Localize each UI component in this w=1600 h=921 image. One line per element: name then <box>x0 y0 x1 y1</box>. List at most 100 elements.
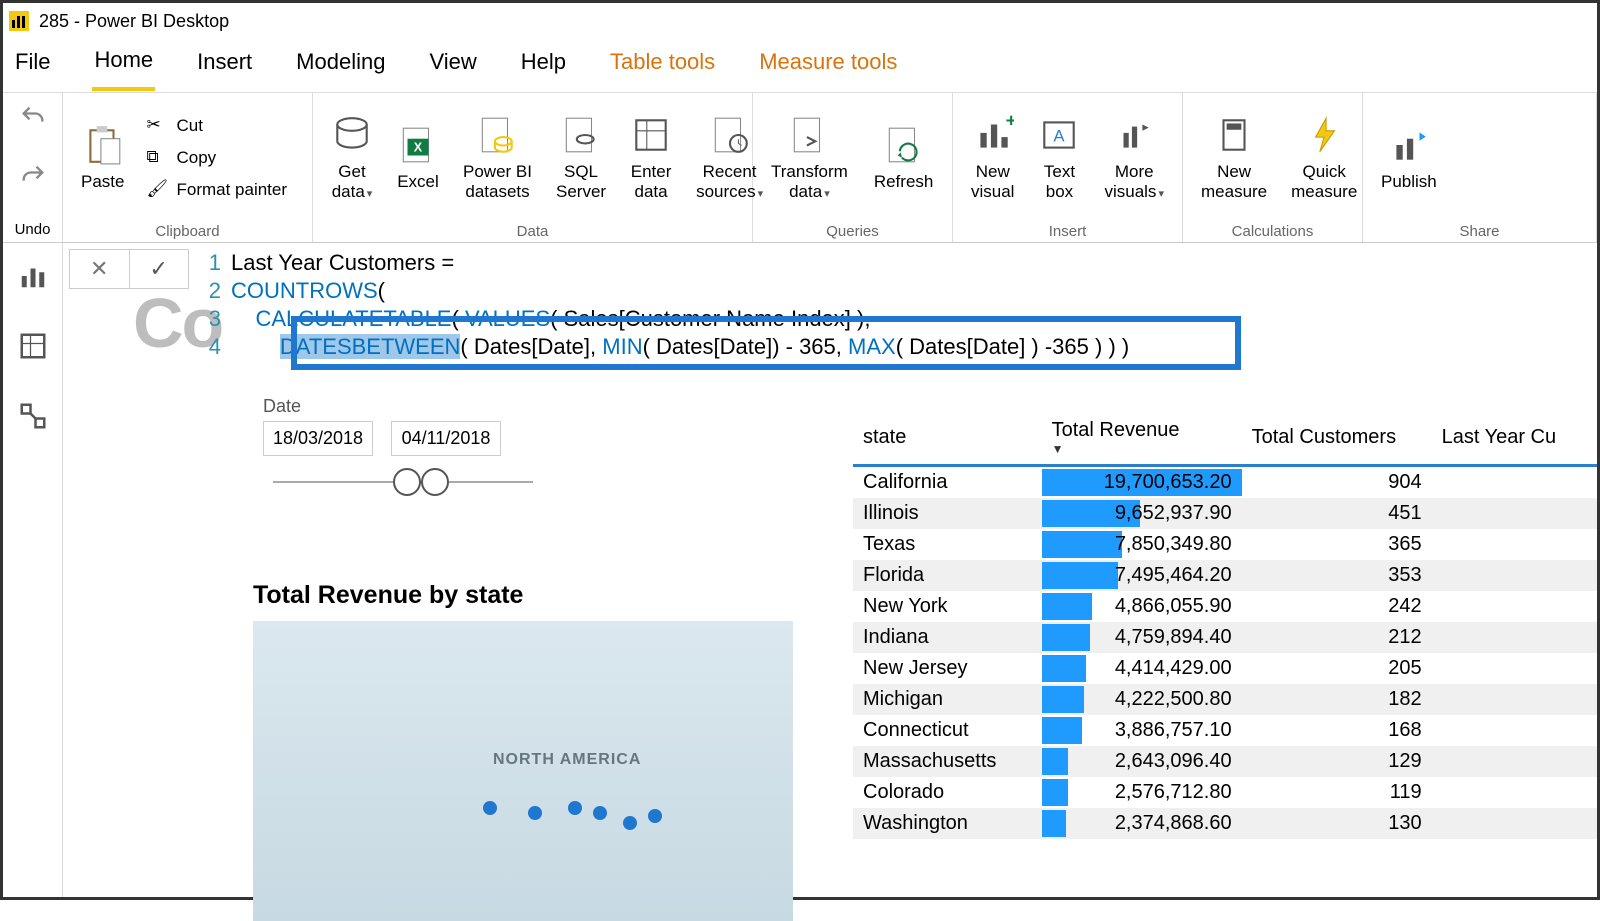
table-row[interactable]: Washington2,374,868.60130 <box>853 808 1597 839</box>
map-bubble[interactable] <box>483 801 497 815</box>
map-bubble[interactable] <box>623 816 637 830</box>
quick-measure-button[interactable]: Quick measure <box>1281 112 1367 203</box>
map-visual[interactable]: NORTH AMERICA <box>253 621 793 921</box>
cell-customers: 205 <box>1242 653 1432 684</box>
cell-last-year <box>1432 529 1597 560</box>
cell-revenue: 4,414,429.00 <box>1042 653 1242 684</box>
cell-last-year <box>1432 622 1597 653</box>
tab-help[interactable]: Help <box>519 43 568 89</box>
svg-text:A: A <box>1054 127 1066 146</box>
map-label: NORTH AMERICA <box>493 751 641 769</box>
new-visual-button[interactable]: +New visual <box>961 112 1024 203</box>
tab-modeling[interactable]: Modeling <box>294 43 387 89</box>
table-row[interactable]: Connecticut3,886,757.10168 <box>853 715 1597 746</box>
map-bubble[interactable] <box>568 801 582 815</box>
refresh-button[interactable]: Refresh <box>864 122 944 194</box>
cut-button[interactable]: ✂Cut <box>142 113 291 139</box>
clipboard-group: Paste ✂Cut ⧉Copy 🖌Format painter Clipboa… <box>63 93 313 242</box>
refresh-icon <box>883 124 925 166</box>
cell-last-year <box>1432 560 1597 591</box>
table-row[interactable]: New York4,866,055.90242 <box>853 591 1597 622</box>
excel-button[interactable]: XExcel <box>387 122 449 194</box>
copy-icon: ⧉ <box>146 147 168 169</box>
new-measure-button[interactable]: New measure <box>1191 112 1277 203</box>
paste-button[interactable]: Paste <box>71 122 134 194</box>
col-customers[interactable]: Total Customers <box>1242 411 1432 466</box>
map-title: Total Revenue by state <box>253 581 523 610</box>
table-row[interactable]: Michigan4,222,500.80182 <box>853 684 1597 715</box>
tab-view[interactable]: View <box>427 43 478 89</box>
formula-controls: ✕ ✓ <box>69 249 189 289</box>
database-icon <box>331 114 373 156</box>
powerbi-icon <box>9 11 29 31</box>
cell-revenue: 4,759,894.40 <box>1042 622 1242 653</box>
table-row[interactable]: New Jersey4,414,429.00205 <box>853 653 1597 684</box>
cell-state: Texas <box>853 529 1042 560</box>
pbi-datasets-button[interactable]: Power BI datasets <box>453 112 542 203</box>
table-row[interactable]: Texas7,850,349.80365 <box>853 529 1597 560</box>
cell-revenue: 2,576,712.80 <box>1042 777 1242 808</box>
formula-cancel-button[interactable]: ✕ <box>70 250 130 288</box>
cell-customers: 242 <box>1242 591 1432 622</box>
queries-group: Transform data Refresh Queries <box>753 93 953 242</box>
sql-icon <box>560 114 602 156</box>
undo-icon[interactable] <box>19 103 47 131</box>
sql-server-button[interactable]: SQL Server <box>546 112 616 203</box>
get-data-button[interactable]: Get data <box>321 112 383 203</box>
table-row[interactable]: Massachusetts2,643,096.40129 <box>853 746 1597 777</box>
enter-data-button[interactable]: Enter data <box>620 112 682 203</box>
cell-revenue: 2,643,096.40 <box>1042 746 1242 777</box>
more-visuals-button[interactable]: More visuals <box>1094 112 1174 203</box>
col-revenue[interactable]: Total Revenue▼ <box>1042 411 1242 466</box>
table-row[interactable]: Colorado2,576,712.80119 <box>853 777 1597 808</box>
cell-state: Connecticut <box>853 715 1042 746</box>
tab-insert[interactable]: Insert <box>195 43 254 89</box>
table-row[interactable]: Illinois9,652,937.90451 <box>853 498 1597 529</box>
tab-table-tools[interactable]: Table tools <box>608 43 717 89</box>
cell-revenue: 7,850,349.80 <box>1042 529 1242 560</box>
window-title: 285 - Power BI Desktop <box>39 11 229 32</box>
model-view-icon[interactable] <box>18 401 48 431</box>
tab-measure-tools[interactable]: Measure tools <box>757 43 899 89</box>
slider-handle-to[interactable] <box>421 468 449 496</box>
date-to-input[interactable] <box>391 421 501 456</box>
slider-handle-from[interactable] <box>393 468 421 496</box>
table-row[interactable]: Florida7,495,464.20353 <box>853 560 1597 591</box>
paste-icon <box>82 124 124 166</box>
slicer-label: Date <box>263 396 301 417</box>
map-bubble[interactable] <box>528 806 542 820</box>
cell-state: Washington <box>853 808 1042 839</box>
formula-accept-button[interactable]: ✓ <box>130 250 189 288</box>
copy-button[interactable]: ⧉Copy <box>142 145 291 171</box>
text-box-button[interactable]: AText box <box>1028 112 1090 203</box>
table-visual[interactable]: state Total Revenue▼ Total Customers Las… <box>853 411 1597 839</box>
tab-file[interactable]: File <box>13 43 52 89</box>
date-from-input[interactable] <box>263 421 373 456</box>
table-row[interactable]: Indiana4,759,894.40212 <box>853 622 1597 653</box>
col-last-year[interactable]: Last Year Cu <box>1432 411 1597 466</box>
cell-state: Florida <box>853 560 1042 591</box>
date-slider[interactable] <box>273 481 533 483</box>
svg-text:X: X <box>414 141 423 155</box>
tab-home[interactable]: Home <box>92 41 155 91</box>
cell-revenue: 19,700,653.20 <box>1042 466 1242 499</box>
formula-editor[interactable]: 1Last Year Customers = 2COUNTROWS( 3 CAL… <box>195 243 1597 361</box>
map-bubble[interactable] <box>648 809 662 823</box>
cell-customers: 119 <box>1242 777 1432 808</box>
table-row[interactable]: California19,700,653.20904 <box>853 466 1597 499</box>
cell-customers: 353 <box>1242 560 1432 591</box>
undo-label: Undo <box>15 221 51 238</box>
redo-icon[interactable] <box>19 162 47 190</box>
pbi-dataset-icon <box>476 114 518 156</box>
cell-customers: 182 <box>1242 684 1432 715</box>
map-bubble[interactable] <box>593 806 607 820</box>
date-slicer[interactable] <box>263 421 501 456</box>
more-visuals-icon <box>1113 114 1155 156</box>
publish-button[interactable]: Publish <box>1371 122 1447 194</box>
format-painter-button[interactable]: 🖌Format painter <box>142 177 291 203</box>
data-view-icon[interactable] <box>18 331 48 361</box>
enter-data-icon <box>630 114 672 156</box>
report-view-icon[interactable] <box>18 261 48 291</box>
col-state[interactable]: state <box>853 411 1042 466</box>
transform-data-button[interactable]: Transform data <box>761 112 858 203</box>
